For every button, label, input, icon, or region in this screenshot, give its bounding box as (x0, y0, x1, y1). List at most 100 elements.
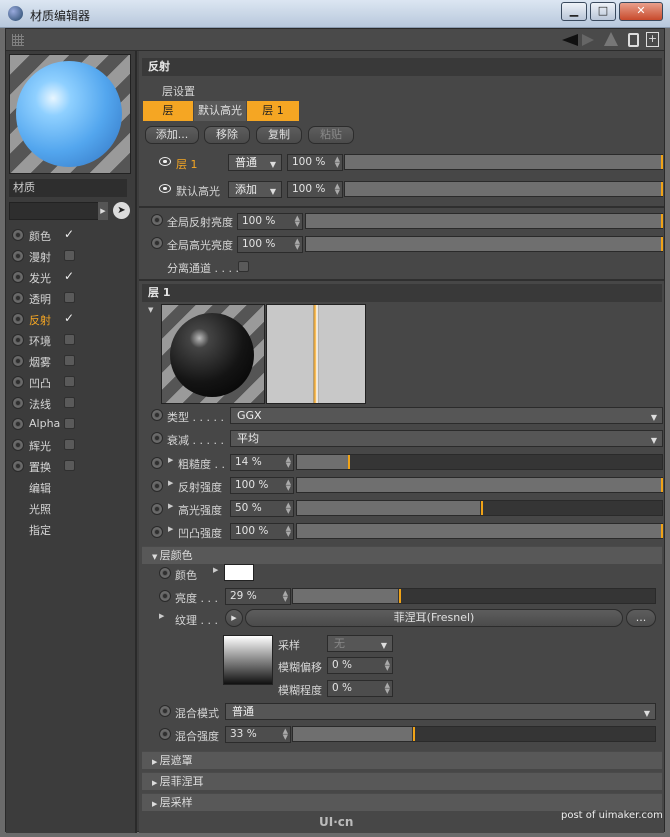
param-expand-icon[interactable]: ▶ (168, 502, 173, 510)
channel-item[interactable]: 辉光 (6, 435, 134, 455)
param-slider[interactable] (296, 500, 663, 516)
sample-dropdown[interactable]: 无 (327, 635, 393, 653)
channel-radio[interactable] (12, 271, 24, 283)
channel-item[interactable]: 反射 ✓ (6, 309, 134, 329)
global-reflect-slider[interactable] (305, 213, 663, 229)
param-row[interactable]: ▶ 高光强度 50 % ▲ ▼ (139, 498, 664, 518)
channel-radio[interactable] (12, 292, 24, 304)
layer-row[interactable]: 默认高光 添加 100 %▲▼ (139, 179, 664, 201)
blend-strength-input[interactable]: 33 % ▲ ▼ (225, 726, 291, 743)
layer-amount-input[interactable]: 100 % ▲ ▼ (287, 181, 343, 198)
blend-mode-radio[interactable] (159, 705, 171, 717)
channel-item[interactable]: 置换 (6, 456, 134, 476)
blend-strength-radio[interactable] (159, 728, 171, 740)
layer-mode-dropdown[interactable]: 添加 (228, 181, 282, 199)
picker-cursor-icon[interactable]: ➤ (113, 202, 130, 219)
blur-offset-input[interactable]: 0 % ▲ ▼ (327, 657, 393, 674)
param-input[interactable]: 50 % ▲ ▼ (230, 500, 294, 517)
param-slider[interactable] (296, 454, 663, 470)
channel-radio[interactable] (12, 334, 24, 346)
channel-radio[interactable] (12, 229, 24, 241)
param-row[interactable]: ▶ 粗糙度 . . 14 % ▲ ▼ (139, 452, 664, 472)
channel-item[interactable]: 颜色 ✓ (6, 225, 134, 245)
add-button[interactable]: 添加... (145, 126, 199, 144)
param-radio[interactable] (151, 503, 163, 515)
param-row[interactable]: ▶ 凹凸强度 100 % ▲ ▼ (139, 521, 664, 541)
param-expand-icon[interactable]: ▶ (168, 456, 173, 464)
channel-radio[interactable] (12, 397, 24, 409)
blend-mode-dropdown[interactable]: 普通 (225, 703, 656, 721)
texture-menu-button[interactable]: ▶ (225, 609, 243, 627)
texture-expand-icon[interactable]: ▶ (159, 612, 164, 620)
material-name-field[interactable]: 材质 (9, 179, 127, 197)
channel-extra-illum[interactable]: 光照 (29, 501, 51, 517)
layer-amount-slider[interactable] (344, 154, 663, 170)
channel-checkbox[interactable] (64, 376, 75, 387)
minimize-button[interactable]: ▁ (561, 2, 587, 21)
channel-checkbox[interactable] (64, 460, 75, 471)
global-spec-input[interactable]: 100 % ▲ ▼ (237, 236, 303, 253)
blur-amount-input[interactable]: 0 % ▲ ▼ (327, 680, 393, 697)
channel-item[interactable]: 漫射 (6, 246, 134, 266)
paste-button[interactable]: 粘贴 (308, 126, 354, 144)
attenuation-radio[interactable] (151, 432, 163, 444)
layer-amount-input[interactable]: 100 % ▲ ▼ (287, 154, 343, 171)
search-arrow-icon[interactable]: ▶ (98, 202, 108, 220)
channel-checkbox[interactable]: ✓ (64, 312, 75, 324)
channel-extra-edit[interactable]: 编辑 (29, 480, 51, 496)
grip-icon[interactable] (12, 34, 24, 46)
channel-item[interactable]: 凹凸 (6, 372, 134, 392)
param-expand-icon[interactable]: ▶ (168, 479, 173, 487)
layer-sampling-section[interactable]: ▶ 层采样 (142, 793, 662, 811)
channel-checkbox[interactable] (64, 355, 75, 366)
material-search-input[interactable] (9, 202, 107, 220)
attenuation-dropdown[interactable]: 平均 (230, 430, 663, 448)
layer-mode-dropdown[interactable]: 普通 (228, 154, 282, 172)
param-input[interactable]: 14 % ▲ ▼ (230, 454, 294, 471)
tab-default-spec[interactable]: 默认高光 (194, 101, 246, 121)
texture-more-button[interactable]: ... (626, 609, 656, 627)
channel-extra-assign[interactable]: 指定 (29, 522, 51, 538)
remove-button[interactable]: 移除 (204, 126, 250, 144)
tab-layer[interactable]: 层 (143, 101, 193, 121)
channel-radio[interactable] (12, 355, 24, 367)
channel-item[interactable]: 法线 (6, 393, 134, 413)
type-dropdown[interactable]: GGX (230, 407, 663, 425)
close-button[interactable]: ✕ (619, 2, 663, 21)
color-radio[interactable] (159, 567, 171, 579)
layer-mask-section[interactable]: ▶ 层遮罩 (142, 751, 662, 769)
brightness-input[interactable]: 29 % ▲ ▼ (225, 588, 291, 605)
channel-checkbox[interactable] (64, 397, 75, 408)
param-input[interactable]: 100 % ▲ ▼ (230, 523, 294, 540)
channel-radio[interactable] (12, 439, 24, 451)
param-row[interactable]: ▶ 反射强度 100 % ▲ ▼ (139, 475, 664, 495)
channel-item[interactable]: Alpha (6, 414, 134, 434)
channel-checkbox[interactable] (64, 439, 75, 450)
brightness-radio[interactable] (159, 590, 171, 602)
channel-checkbox[interactable]: ✓ (64, 228, 75, 240)
global-spec-radio[interactable] (151, 237, 163, 249)
channel-item[interactable]: 环境 (6, 330, 134, 350)
global-reflect-input[interactable]: 100 % ▲ ▼ (237, 213, 303, 230)
param-radio[interactable] (151, 480, 163, 492)
separate-pass-checkbox[interactable] (238, 261, 249, 272)
param-input[interactable]: 100 % ▲ ▼ (230, 477, 294, 494)
eye-icon[interactable] (159, 157, 171, 166)
new-window-icon[interactable]: + (646, 32, 659, 47)
layer-row[interactable]: 层 1 普通 100 %▲▼ (139, 152, 664, 174)
param-slider[interactable] (296, 477, 663, 493)
channel-radio[interactable] (12, 376, 24, 388)
channel-item[interactable]: 发光 ✓ (6, 267, 134, 287)
copy-button[interactable]: 复制 (256, 126, 302, 144)
back-arrow-icon[interactable] (562, 34, 578, 46)
param-expand-icon[interactable]: ▶ (168, 525, 173, 533)
channel-radio[interactable] (12, 250, 24, 262)
texture-fresnel-button[interactable]: 菲涅耳(Fresnel) (245, 609, 623, 627)
maximize-button[interactable]: □ (590, 2, 616, 21)
type-radio[interactable] (151, 409, 163, 421)
up-arrow-icon[interactable] (604, 32, 618, 46)
channel-radio[interactable] (12, 460, 24, 472)
param-radio[interactable] (151, 526, 163, 538)
channel-item[interactable]: 烟雾 (6, 351, 134, 371)
channel-radio[interactable] (12, 418, 24, 430)
